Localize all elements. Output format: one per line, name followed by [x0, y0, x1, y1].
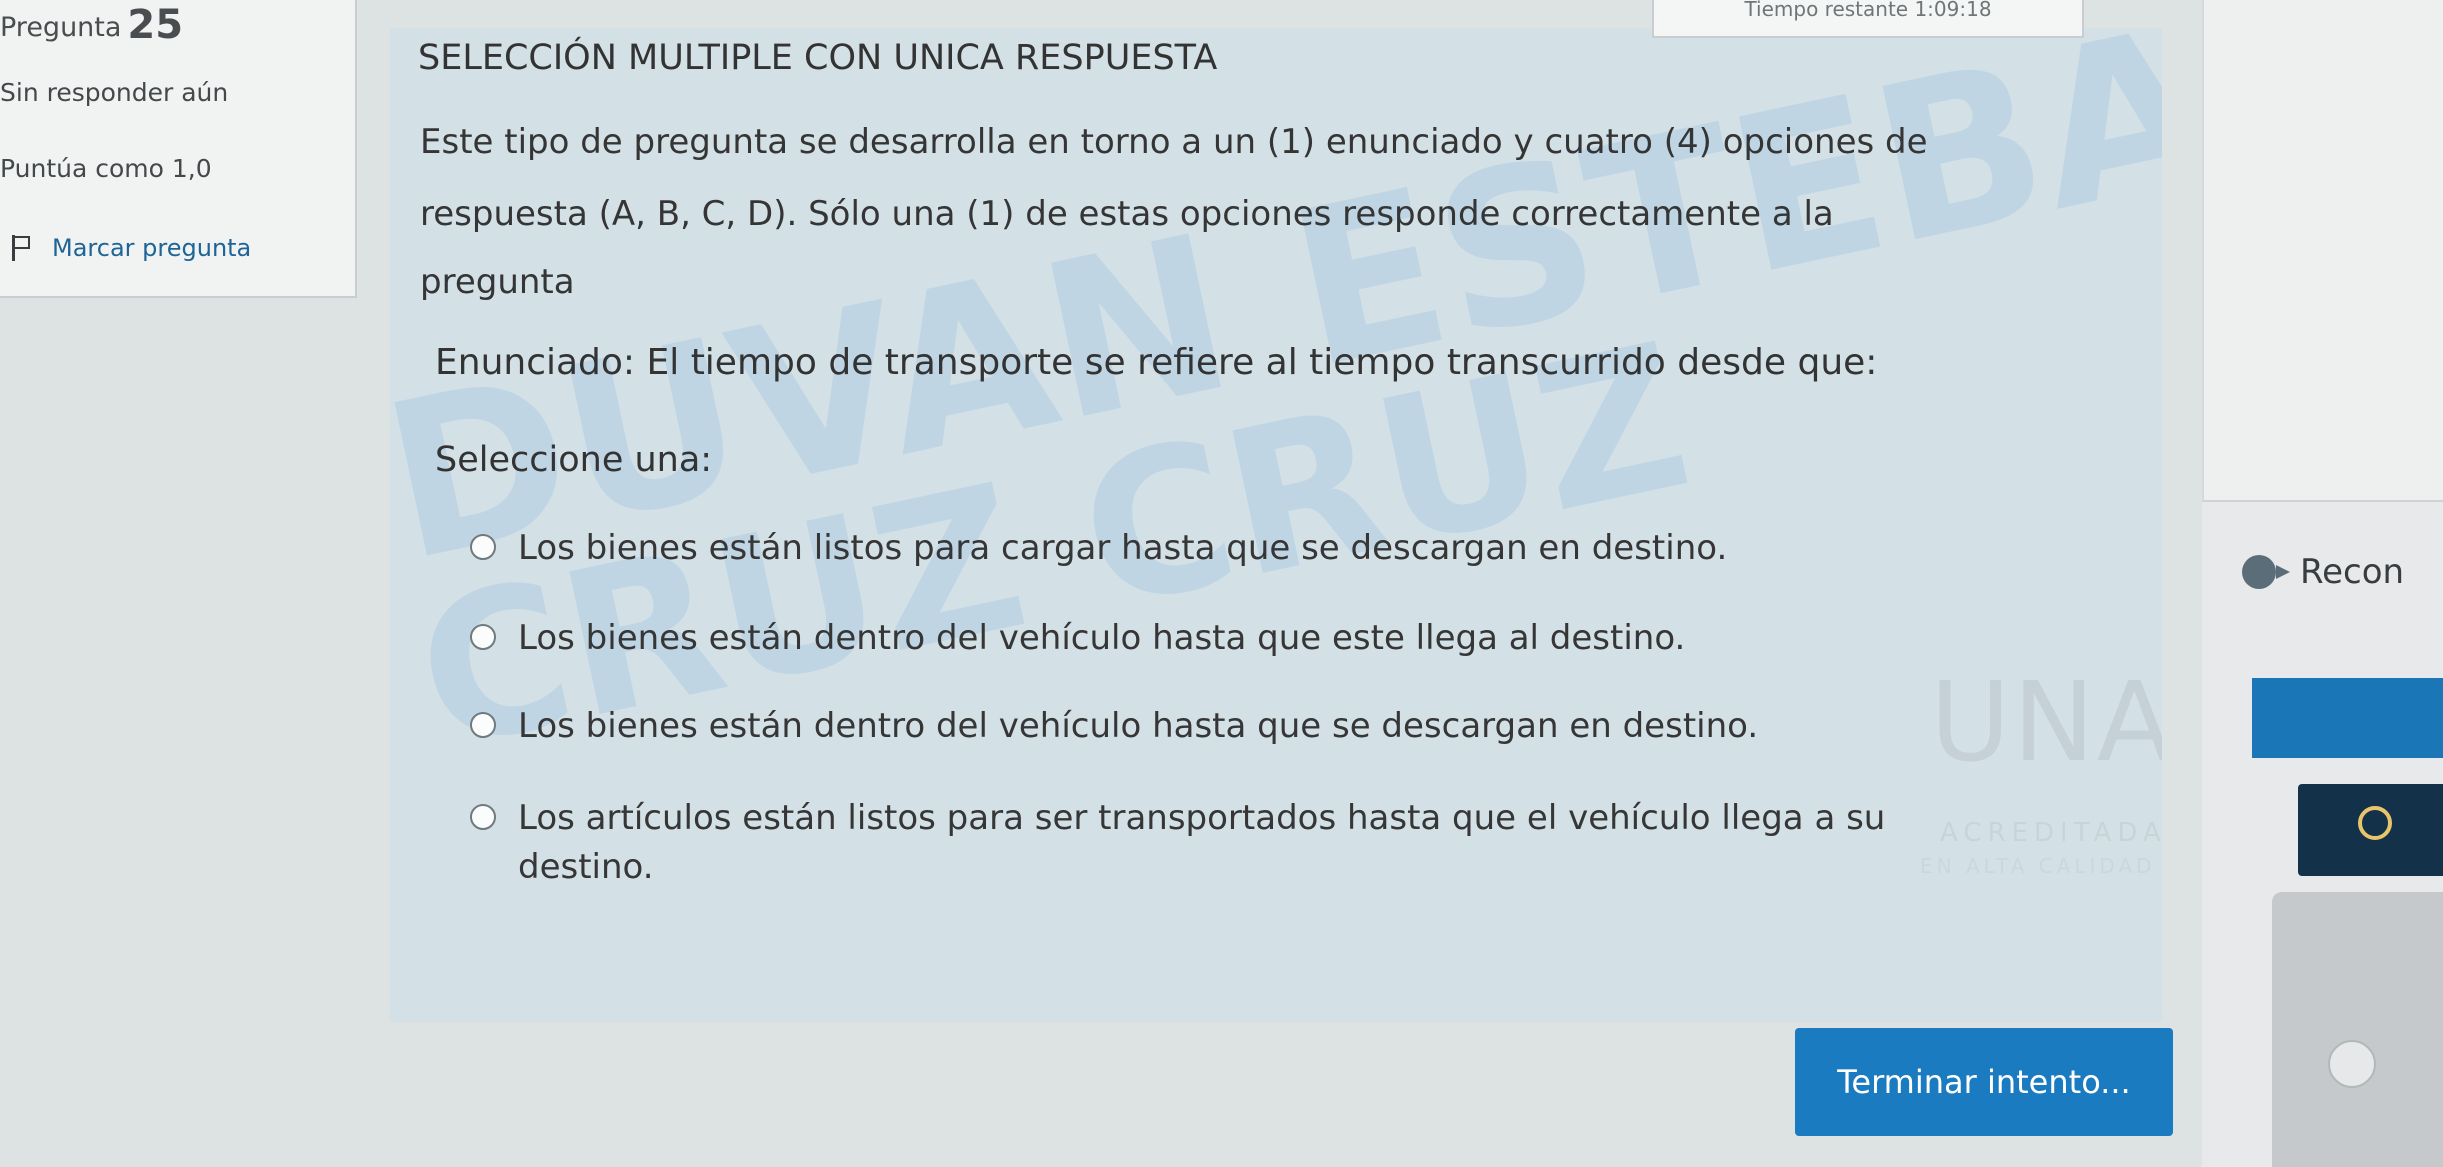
unad-logo-caption: ACREDITADA	[1940, 818, 2162, 848]
question-info-block: Pregunta 25 Sin responder aún Puntúa como…	[0, 0, 357, 298]
select-prompt: Seleccione una:	[435, 440, 713, 480]
answer-option-d[interactable]: Los artículos están listos para ser tran…	[470, 794, 1938, 893]
answer-option-b[interactable]: Los bienes están dentro del vehículo has…	[470, 614, 1685, 663]
question-label: Pregunta 25	[0, 2, 184, 48]
answer-option-a[interactable]: Los bienes están listos para cargar hast…	[470, 524, 1727, 573]
radio-button[interactable]	[470, 804, 496, 830]
flag-question-link[interactable]: Marcar pregunta	[12, 234, 251, 262]
question-statement: Enunciado: El tiempo de transporte se re…	[435, 342, 1878, 383]
question-points: Puntúa como 1,0	[0, 154, 212, 183]
unad-logo-letters: UNAD	[1930, 658, 2162, 786]
flag-icon	[12, 235, 30, 261]
question-number: 25	[127, 2, 184, 48]
answer-option-text[interactable]: Los bienes están listos para cargar hast…	[518, 524, 1727, 573]
flag-question-label: Marcar pregunta	[52, 234, 252, 262]
radio-button[interactable]	[470, 624, 496, 650]
user-button[interactable]	[2298, 784, 2443, 876]
question-type-title: SELECCIÓN MULTIPLE CON UNICA RESPUESTA	[418, 38, 1218, 78]
finish-attempt-button[interactable]: Terminar intento...	[1795, 1028, 2173, 1136]
radio-button[interactable]	[470, 534, 496, 560]
radio-button[interactable]	[470, 712, 496, 738]
time-remaining: Tiempo restante 1:09:18	[1652, 0, 2084, 38]
sidebar-top-panel	[2202, 0, 2443, 502]
unad-logo-subcaption: EN ALTA CALIDAD	[1920, 854, 2156, 878]
recon-link[interactable]: Recon	[2242, 552, 2404, 592]
description-line: pregunta	[420, 262, 575, 302]
answer-option-text[interactable]: Los bienes están dentro del vehículo has…	[518, 614, 1685, 663]
speaker-icon	[2242, 555, 2290, 589]
watermark-name: DUVAN ESTEBAN	[390, 28, 2162, 610]
recon-label: Recon	[2300, 552, 2405, 592]
sidebar-blue-button[interactable]	[2252, 678, 2443, 758]
answer-option-c[interactable]: Los bienes están dentro del vehículo has…	[470, 702, 1758, 751]
answer-option-text[interactable]: Los bienes están dentro del vehículo has…	[518, 702, 1758, 751]
question-content-panel: DUVAN ESTEBAN CRUZ CRUZ UNAD ACREDITADA …	[390, 28, 2162, 1022]
question-status: Sin responder aún	[0, 78, 229, 107]
description-line: respuesta (A, B, C, D). Sólo una (1) de …	[420, 194, 1834, 234]
help-icon[interactable]	[2328, 1040, 2376, 1088]
description-line: Este tipo de pregunta se desarrolla en t…	[420, 122, 1928, 162]
answer-option-text[interactable]: Los artículos están listos para ser tran…	[518, 794, 1938, 893]
user-icon	[2358, 806, 2392, 840]
quiz-page: Pregunta 25 Sin responder aún Puntúa como…	[0, 0, 2443, 1167]
right-sidebar: Recon	[2202, 0, 2443, 1167]
sidebar-gray-panel	[2272, 892, 2443, 1167]
